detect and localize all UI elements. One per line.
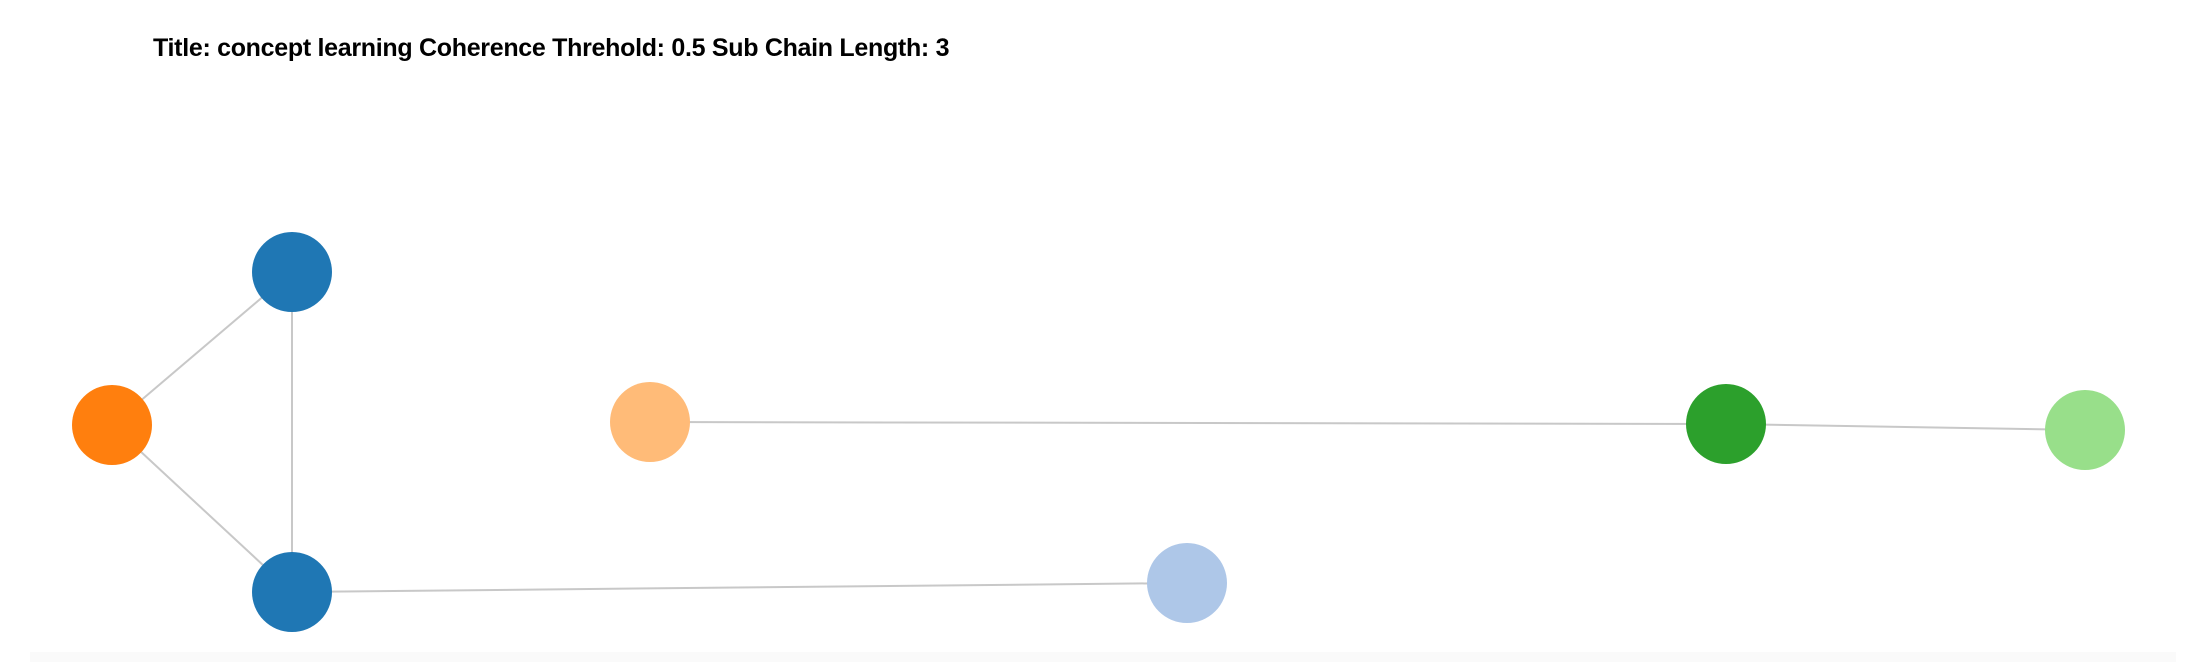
graph-node[interactable] — [1147, 543, 1227, 623]
graph-node[interactable] — [2045, 390, 2125, 470]
graph-edge — [291, 582, 1188, 593]
edge-layer — [111, 271, 2086, 593]
graph-edge — [649, 421, 1727, 425]
graph-node[interactable] — [1686, 384, 1766, 464]
force-graph[interactable] — [0, 0, 2206, 662]
graph-node[interactable] — [252, 552, 332, 632]
graph-edge — [1725, 423, 2086, 431]
graph-node[interactable] — [610, 382, 690, 462]
node-layer — [72, 232, 2125, 632]
graph-node[interactable] — [72, 385, 152, 465]
footer-strip — [30, 652, 2176, 662]
graph-node[interactable] — [252, 232, 332, 312]
